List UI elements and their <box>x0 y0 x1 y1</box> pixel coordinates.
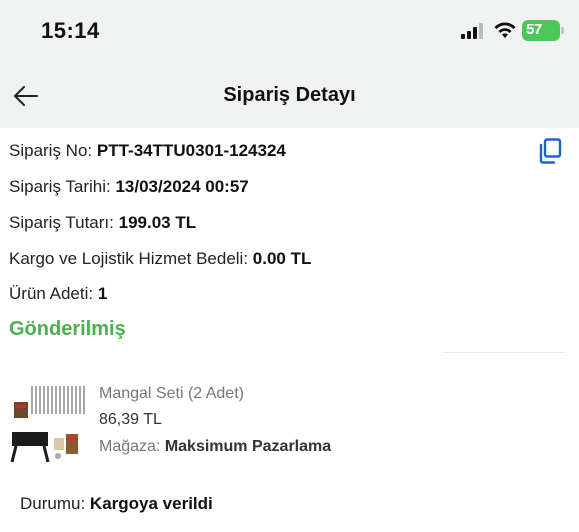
order-amount-value: 199.03 TL <box>118 213 197 232</box>
battery-icon: 57 <box>522 20 564 41</box>
order-amount-row: Sipariş Tutarı: 199.03 TL <box>9 213 196 233</box>
store-row: Mağaza: Maksimum Pazarlama <box>99 438 331 456</box>
status-bar: 15:14 57 <box>0 0 579 64</box>
order-date-value: 13/03/2024 00:57 <box>115 177 249 196</box>
battery-level: 57 <box>526 21 542 38</box>
store-name: Maksimum Pazarlama <box>164 438 332 455</box>
app-header: Sipariş Detayı <box>0 64 579 128</box>
wifi-icon <box>494 22 516 38</box>
order-number-label: Sipariş No: <box>9 141 93 160</box>
shipping-fee-value: 0.00 TL <box>252 249 312 268</box>
copy-icon[interactable] <box>538 138 562 164</box>
battery-tip <box>561 27 564 34</box>
barbecue-set-image[interactable] <box>10 384 88 466</box>
shipment-status-value: Kargoya verildi <box>89 494 213 513</box>
quantity-label: Ürün Adeti: <box>9 284 94 303</box>
order-amount-label: Sipariş Tutarı: <box>9 213 114 232</box>
shipping-fee-row: Kargo ve Lojistik Hizmet Bedeli: 0.00 TL <box>9 249 311 269</box>
battery-body: 57 <box>522 20 560 41</box>
order-status: Gönderilmiş <box>9 318 126 340</box>
shipping-fee-label: Kargo ve Lojistik Hizmet Bedeli: <box>9 249 249 268</box>
shipment-status-row: Durumu: Kargoya verildi <box>20 494 213 514</box>
signal-icon <box>461 23 483 39</box>
quantity-row: Ürün Adeti: 1 <box>9 284 107 304</box>
page-title: Sipariş Detayı <box>223 84 356 106</box>
status-time: 15:14 <box>41 18 100 43</box>
store-label: Mağaza: <box>99 438 161 455</box>
product-price: 86,39 TL <box>99 411 162 428</box>
order-number-row: Sipariş No: PTT-34TTU0301-124324 <box>9 141 286 161</box>
order-number-value: PTT-34TTU0301-124324 <box>96 141 286 160</box>
quantity-value: 1 <box>97 284 108 303</box>
order-date-row: Sipariş Tarihi: 13/03/2024 00:57 <box>9 177 249 197</box>
divider <box>443 352 565 353</box>
product-name[interactable]: Mangal Seti (2 Adet) <box>99 385 244 403</box>
order-date-label: Sipariş Tarihi: <box>9 177 111 196</box>
shipment-status-label: Durumu: <box>20 494 86 513</box>
